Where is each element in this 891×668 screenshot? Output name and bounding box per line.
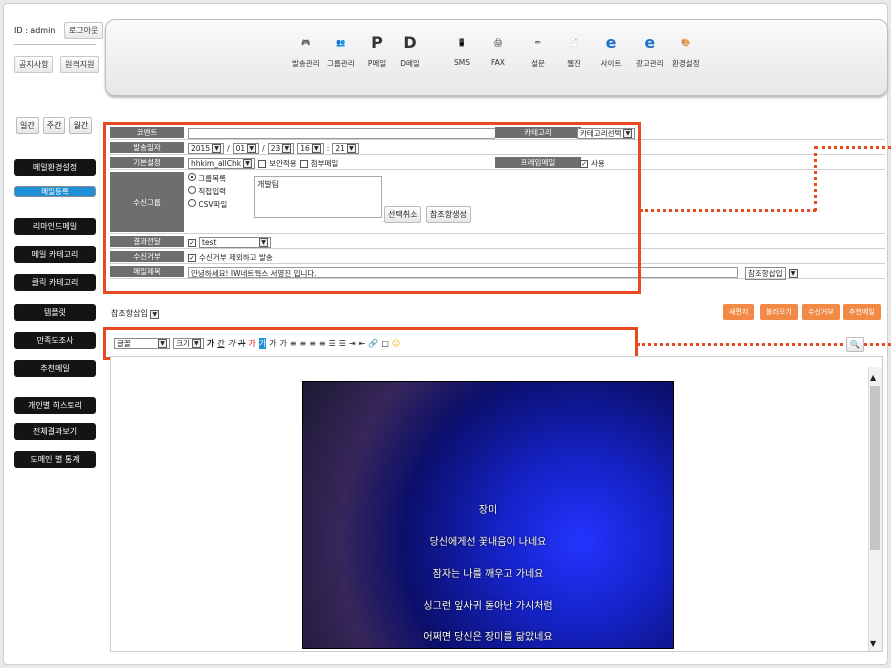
highlight-box-form: [103, 122, 641, 294]
survey-icon: ✏: [534, 37, 542, 47]
period-weekly[interactable]: 주간: [42, 117, 66, 134]
menu-settings[interactable]: 🎨 환경설정: [672, 30, 700, 69]
search-icon[interactable]: 🔍: [846, 337, 864, 352]
poem-line-4: 싱그런 잎사귀 돋아난 가시처럼: [423, 601, 553, 612]
callout-line-vertical: [814, 146, 817, 211]
sidebar-item-domain-stats[interactable]: 도메인 별 통계: [14, 451, 96, 468]
poem-line-3: 잠자는 나를 깨우고 가네요: [432, 569, 544, 580]
user-id: ID : admin: [14, 26, 56, 35]
reject-button[interactable]: 수신거부: [802, 304, 840, 320]
fax-icon: 🖨: [493, 37, 503, 47]
sidebar-item-mail-category[interactable]: 메일 카테고리: [14, 246, 96, 263]
menu-fax[interactable]: 🖨 FAX: [486, 30, 510, 68]
browser-icon: e: [605, 32, 617, 52]
sidebar-item-click-category[interactable]: 클릭 카테고리: [14, 274, 96, 291]
p-mail-icon: P: [371, 32, 383, 52]
menu-send[interactable]: 🎮 발송관리: [292, 30, 320, 69]
settings-icon: 🎨: [681, 37, 691, 47]
sidebar-item-template[interactable]: 템플릿: [14, 304, 96, 321]
ref-insert-select[interactable]: 참조항삽입: [745, 267, 786, 280]
poem-line-5: 어쩌면 당신은 장미를 닮았네요: [423, 632, 553, 643]
menu-pmail[interactable]: P P메일: [365, 30, 389, 69]
period-monthly[interactable]: 월간: [69, 117, 93, 134]
group-icon: 👥: [336, 37, 346, 47]
sidebar-item-mail-register[interactable]: 메일등록: [14, 186, 96, 197]
menu-site[interactable]: e 사이트: [599, 30, 623, 69]
sidebar-item-mail-settings[interactable]: 메일환경설정: [14, 159, 96, 176]
recommend-button[interactable]: 추천메일: [843, 304, 881, 320]
support-button[interactable]: 원격지원: [60, 56, 100, 73]
callout-line-top: [815, 146, 891, 149]
sidebar-item-survey[interactable]: 만족도조사: [14, 332, 96, 349]
top-menu-bar: 🎮 발송관리 👥 그룹관리 P P메일 D D메일 📱 SMS 🖨 FAX ✏ 설문 📄 웹진 …: [105, 19, 888, 96]
scroll-down-icon[interactable]: ▼: [870, 639, 876, 648]
user-info: ID : admin 로그아웃: [14, 22, 104, 39]
sidebar-item-results[interactable]: 전체결과보기: [14, 423, 96, 440]
callout-line: [640, 209, 816, 212]
menu-survey[interactable]: ✏ 설문: [526, 30, 550, 69]
scroll-up-icon[interactable]: ▲: [870, 373, 876, 382]
load-button[interactable]: 불러오기: [760, 304, 798, 320]
menu-webzine[interactable]: 📄 웹진: [562, 30, 586, 69]
d-mail-icon: D: [403, 32, 417, 52]
ads-icon: e: [644, 32, 656, 52]
sidebar-item-recommend[interactable]: 추천메일: [14, 360, 96, 377]
divider: [14, 44, 96, 45]
scrollbar-thumb[interactable]: [870, 386, 880, 550]
ref-insert-toolbar[interactable]: 참조항삽입 ▼: [111, 308, 160, 319]
sidebar-item-remind[interactable]: 리마인드메일: [14, 218, 96, 235]
menu-dmail[interactable]: D D메일: [398, 30, 422, 69]
logout-button[interactable]: 로그아웃: [63, 22, 104, 39]
webzine-icon: 📄: [569, 37, 579, 47]
new-mail-button[interactable]: 새편지: [723, 304, 755, 320]
send-icon: 🎮: [301, 37, 311, 47]
menu-ads[interactable]: e 광고관리: [636, 30, 664, 69]
sidebar-item-history[interactable]: 개인별 히스토리: [14, 397, 96, 414]
notice-button[interactable]: 공지사항: [14, 56, 54, 73]
phone-icon: 📱: [457, 37, 467, 47]
poem-line-1: 장미: [478, 505, 498, 516]
menu-sms[interactable]: 📱 SMS: [450, 30, 474, 68]
poem-line-2: 당신에게선 꽃내음이 나네요: [429, 537, 547, 548]
period-daily[interactable]: 일간: [16, 117, 39, 134]
menu-group[interactable]: 👥 그룹관리: [327, 30, 355, 69]
